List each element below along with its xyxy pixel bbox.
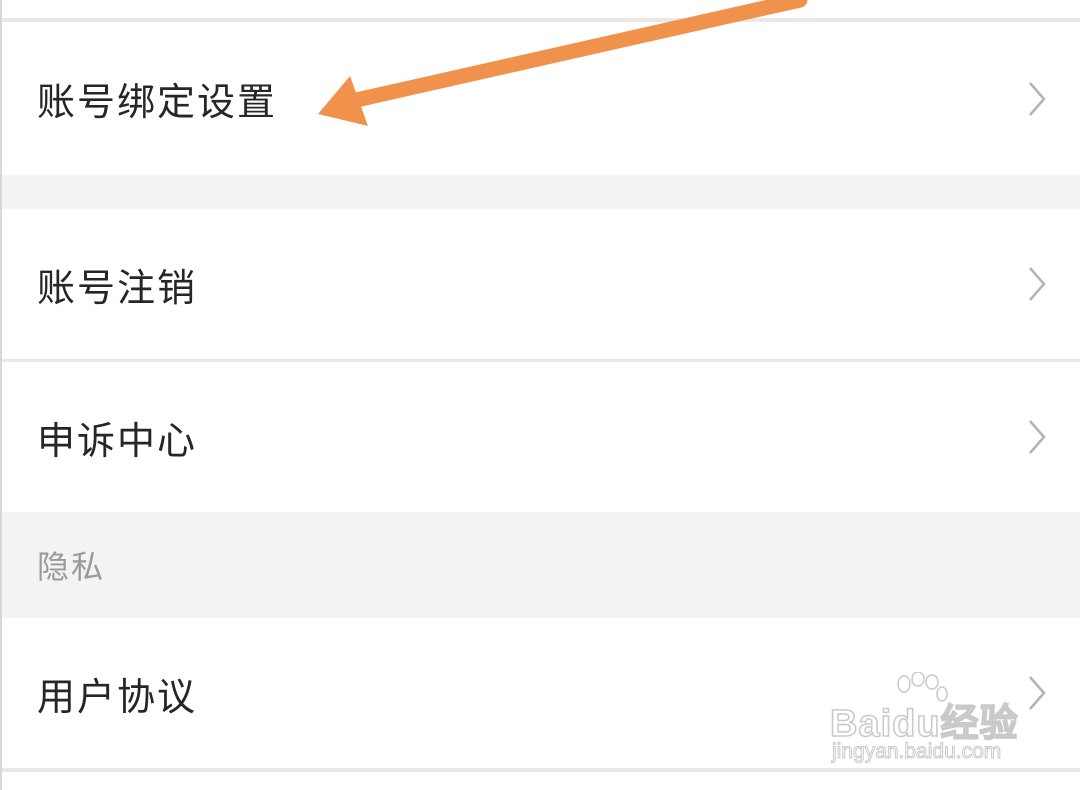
section-gap [0,175,1080,209]
settings-item-label: 账号注销 [37,265,198,310]
section-title: 隐私 [37,548,106,586]
settings-item-appeal-center[interactable]: 申诉中心 [0,362,1080,512]
chevron-right-icon [1029,420,1046,454]
settings-item-user-agreement[interactable]: 用户协议 [0,618,1080,768]
previous-row-remnant [0,0,1080,18]
chevron-right-icon [1029,676,1046,710]
settings-item-label: 用户协议 [37,674,198,719]
next-row-remnant [0,772,1080,790]
settings-item-label: 申诉中心 [37,418,198,463]
settings-item-label: 账号绑定设置 [37,80,278,124]
section-header-privacy: 隐私 [0,512,1080,618]
settings-item-account-binding[interactable]: 账号绑定设置 [0,22,1080,175]
chevron-right-icon [1029,81,1046,116]
screen-left-edge [0,0,2,790]
settings-item-account-cancellation[interactable]: 账号注销 [0,209,1080,359]
chevron-right-icon [1029,267,1046,301]
